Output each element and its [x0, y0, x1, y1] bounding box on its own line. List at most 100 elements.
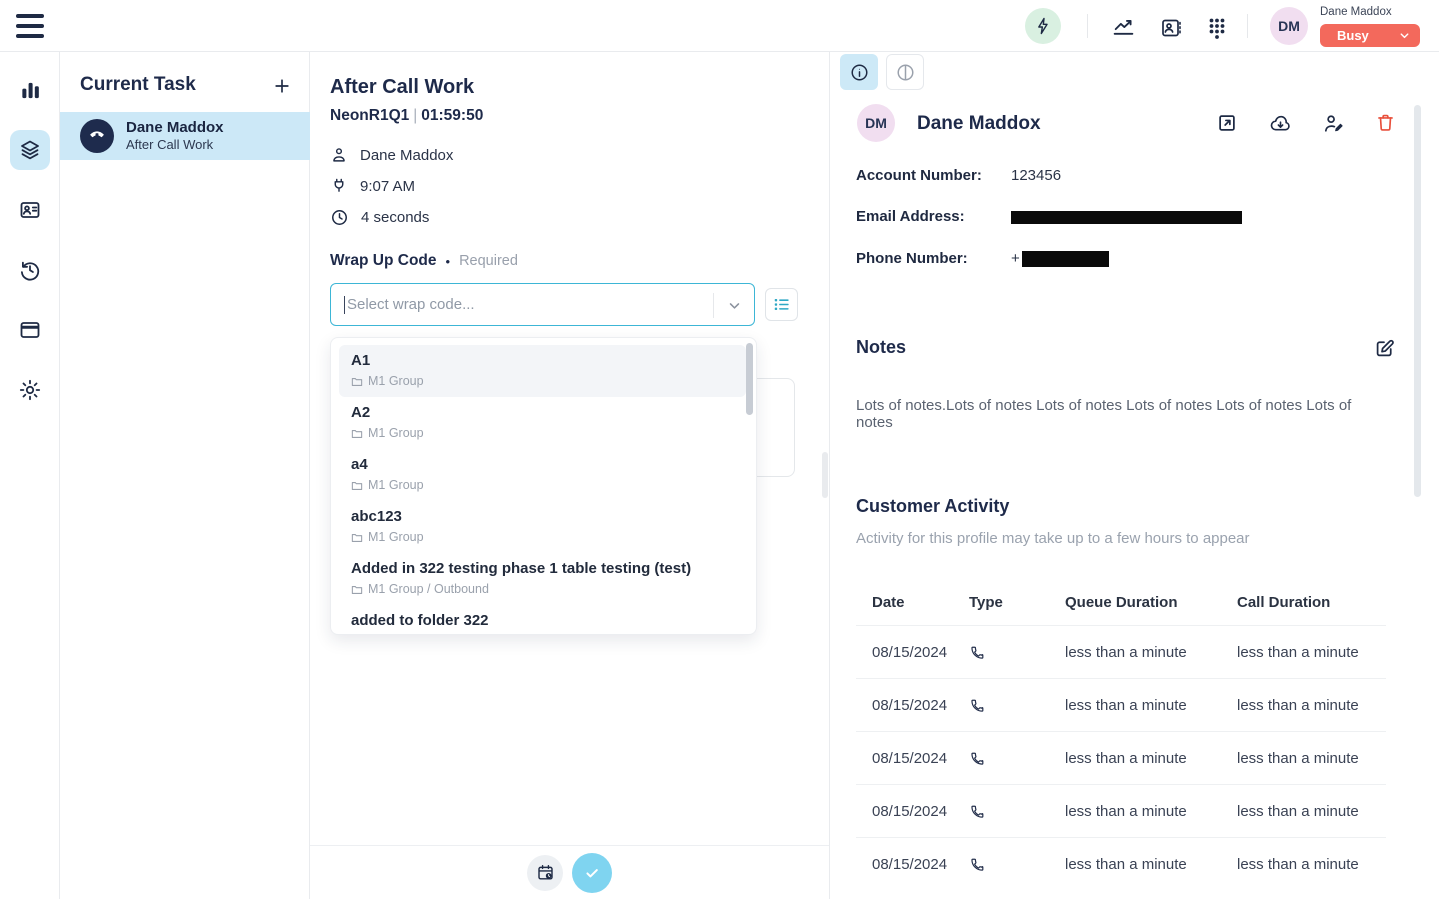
task-list-item[interactable]: Dane Maddox After Call Work	[60, 112, 310, 160]
contact-card-icon	[1159, 16, 1183, 40]
edit-notes-button[interactable]	[1373, 337, 1396, 360]
option-label: abc123	[351, 507, 734, 527]
option-group: M1 Group	[368, 373, 424, 390]
wrap-code-select[interactable]: Select wrap code...	[330, 283, 755, 326]
chevron-down-icon[interactable]	[725, 296, 744, 315]
status-dropdown-button[interactable]: Busy	[1320, 24, 1420, 47]
task-duration: 4 seconds	[361, 209, 429, 226]
table-row[interactable]: 08/15/2024 less than a minute less than …	[856, 837, 1386, 890]
activity-table: Date Type Queue Duration Call Duration 0…	[856, 580, 1386, 890]
wrap-code-option[interactable]: abc123 M1 Group	[339, 501, 746, 553]
top-bar: DM Dane Maddox Busy	[0, 0, 1439, 52]
cell-queue-duration: less than a minute	[1065, 856, 1237, 873]
hamburger-icon[interactable]	[16, 14, 44, 38]
delete-customer-button[interactable]	[1375, 112, 1397, 134]
left-rail	[0, 52, 60, 899]
start-time: 9:07 AM	[360, 178, 415, 195]
table-row[interactable]: 08/15/2024 less than a minute less than …	[856, 678, 1386, 731]
cell-date: 08/15/2024	[856, 856, 969, 873]
wrap-code-dropdown: A1 M1 Group A2 M1 Group a4 M1 Group abc1…	[330, 337, 757, 635]
cell-date: 08/15/2024	[856, 803, 969, 820]
duration-row: 4 seconds	[330, 208, 429, 227]
task-type-label: After Call Work	[126, 137, 224, 153]
dot-separator: •	[446, 254, 451, 269]
check-icon	[582, 863, 602, 883]
page-title: After Call Work	[330, 76, 474, 99]
contacts-button[interactable]	[1157, 14, 1184, 41]
account-number-value: 123456	[1011, 167, 1061, 184]
customer-activity-title: Customer Activity	[856, 496, 1009, 517]
plug-icon	[330, 177, 348, 195]
browser-icon	[18, 318, 42, 342]
divider	[713, 293, 714, 318]
download-profile-button[interactable]	[1269, 112, 1291, 134]
option-group: M1 Group	[368, 529, 424, 546]
open-profile-button[interactable]	[1216, 112, 1238, 134]
task-timer: 01:59:50	[421, 107, 483, 124]
quick-actions-button[interactable]	[1025, 8, 1061, 44]
cell-queue-duration: less than a minute	[1065, 750, 1237, 767]
dropdown-scrollbar[interactable]	[746, 343, 753, 415]
option-group: M1 Group	[368, 425, 424, 442]
cell-queue-duration: less than a minute	[1065, 644, 1237, 661]
browse-wrap-codes-button[interactable]	[765, 288, 798, 321]
table-row[interactable]: 08/15/2024 less than a minute less than …	[856, 784, 1386, 837]
cell-date: 08/15/2024	[856, 750, 969, 767]
clock-icon	[330, 208, 349, 227]
sidebar-item-browser[interactable]	[10, 310, 50, 350]
col-type: Type	[969, 594, 1065, 611]
task-meta: NeonR1Q1|01:59:50	[330, 107, 483, 125]
schedule-button[interactable]	[527, 855, 563, 891]
agent-desktop: DM Dane Maddox Busy Current Task	[0, 0, 1439, 899]
customer-avatar: DM	[857, 104, 895, 142]
phone-icon	[969, 750, 1065, 767]
phone-value-redacted: +	[1011, 250, 1109, 267]
task-contact-name: Dane Maddox	[126, 119, 224, 137]
tab-insights[interactable]	[886, 54, 924, 90]
notes-title: Notes	[856, 337, 906, 358]
contact-name: Dane Maddox	[360, 147, 453, 164]
wrap-code-option[interactable]: Added in 322 testing phase 1 table testi…	[339, 553, 746, 605]
dialpad-button[interactable]	[1203, 14, 1230, 41]
gear-icon	[18, 378, 42, 402]
table-row[interactable]: 08/15/2024 less than a minute less than …	[856, 625, 1386, 678]
meta-separator: |	[409, 107, 421, 124]
table-row[interactable]: 08/15/2024 less than a minute less than …	[856, 731, 1386, 784]
edit-customer-button[interactable]	[1322, 112, 1344, 134]
status-label: Busy	[1337, 28, 1369, 43]
sidebar-item-history[interactable]	[10, 250, 50, 290]
right-panel-scrollbar[interactable]	[1414, 105, 1421, 497]
task-panel-title: Current Task	[80, 74, 196, 96]
wrap-code-option[interactable]: added to folder 322 M1 Group / Outbound	[339, 605, 746, 635]
phone-label: Phone Number:	[856, 250, 968, 267]
wrap-up-code-label: Wrap Up Code	[330, 252, 437, 270]
panel-scrollbar[interactable]	[822, 452, 828, 498]
wrap-up-code-label-row: Wrap Up Code • Required	[330, 252, 518, 270]
table-header-row: Date Type Queue Duration Call Duration	[856, 580, 1386, 625]
chevron-down-icon	[1398, 29, 1411, 42]
required-label: Required	[459, 253, 518, 269]
sidebar-item-settings[interactable]	[10, 370, 50, 410]
lightning-icon	[1033, 16, 1053, 36]
add-task-button[interactable]	[272, 76, 292, 96]
wrap-code-option[interactable]: A1 M1 Group	[339, 345, 746, 397]
info-icon	[849, 62, 870, 83]
task-footer	[310, 845, 829, 899]
col-queue-duration: Queue Duration	[1065, 594, 1237, 611]
line-chart-icon	[1111, 14, 1136, 39]
user-avatar[interactable]: DM	[1270, 7, 1308, 45]
complete-task-button[interactable]	[572, 853, 612, 893]
sidebar-item-tasks[interactable]	[10, 130, 50, 170]
divider	[1247, 14, 1248, 38]
sidebar-item-contacts[interactable]	[10, 190, 50, 230]
folder-icon	[351, 428, 363, 440]
wrap-code-option[interactable]: A2 M1 Group	[339, 397, 746, 449]
tab-profile-info[interactable]	[840, 54, 878, 90]
wrap-code-option[interactable]: a4 M1 Group	[339, 449, 746, 501]
phone-icon	[969, 803, 1065, 820]
history-icon	[18, 258, 42, 282]
option-label: added to folder 322	[351, 611, 734, 631]
sidebar-item-dashboard[interactable]	[10, 70, 50, 110]
cloud-download-icon	[1269, 112, 1292, 135]
reporting-button[interactable]	[1110, 13, 1137, 40]
